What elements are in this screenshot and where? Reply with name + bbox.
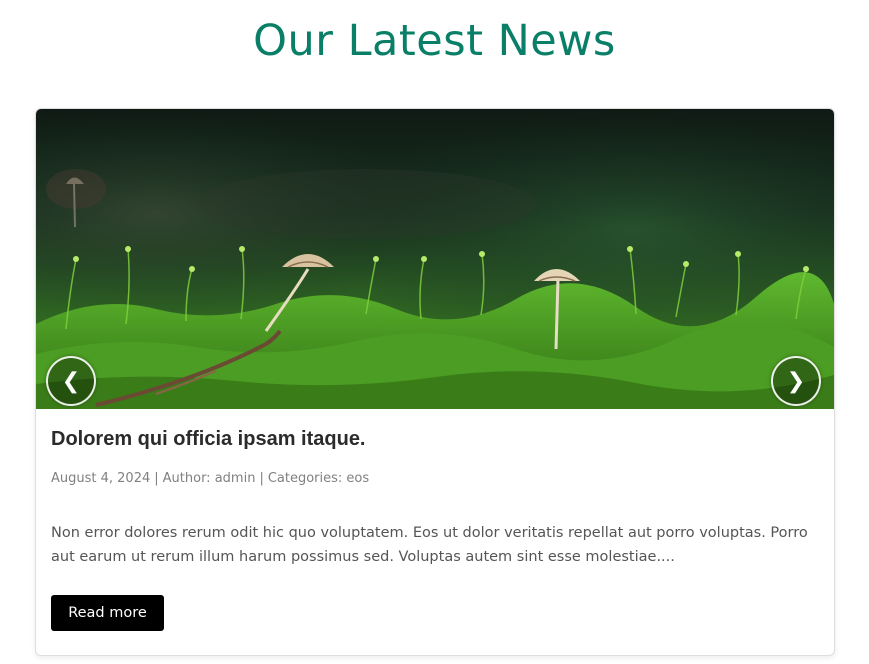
author-link[interactable]: admin — [215, 471, 256, 486]
page: Our Latest News ❮ ❯ Dolorem qui officia … — [0, 0, 869, 664]
categories-label: Categories: — [267, 471, 343, 486]
post-title[interactable]: Dolorem qui officia ipsam itaque. — [51, 425, 819, 453]
slider-next-button[interactable]: ❯ — [771, 356, 821, 406]
chevron-right-icon: ❯ — [786, 369, 806, 394]
chevron-left-icon: ❮ — [61, 369, 81, 394]
image-slider[interactable]: ❮ ❯ — [36, 109, 834, 409]
news-card: ❮ ❯ Dolorem qui officia ipsam itaque. Au… — [35, 108, 835, 656]
category-link[interactable]: eos — [346, 471, 369, 486]
read-more-button[interactable]: Read more — [51, 595, 164, 631]
slide-image — [36, 109, 834, 409]
post-date: August 4, 2024 — [51, 471, 151, 486]
meta-separator: | — [259, 471, 264, 486]
meta-separator: | — [154, 471, 159, 486]
slider-prev-button[interactable]: ❮ — [46, 356, 96, 406]
post-excerpt: Non error dolores rerum odit hic quo vol… — [51, 525, 808, 565]
post-meta: August 4, 2024 | Author: admin | Categories:… — [51, 469, 819, 489]
section-title: Our Latest News — [253, 16, 616, 66]
author-label: Author: — [162, 471, 211, 486]
post-title-link[interactable]: Dolorem qui officia ipsam itaque. — [51, 428, 366, 450]
